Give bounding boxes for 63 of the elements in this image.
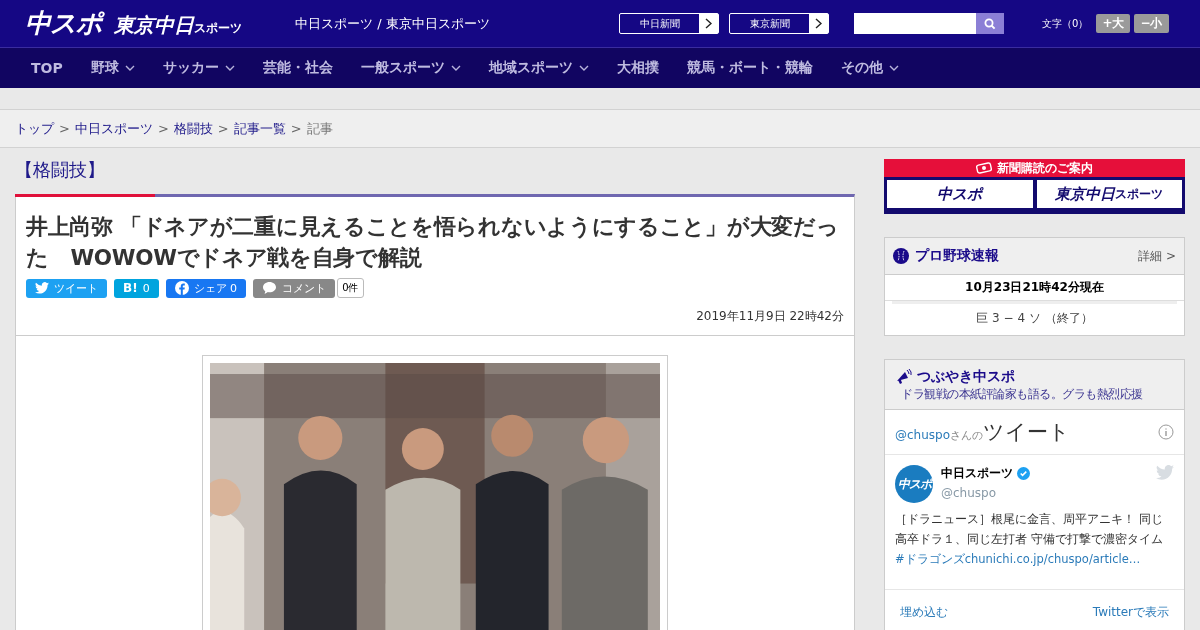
newspaper-logo[interactable]: 中スポ (887, 180, 1033, 208)
nav-item[interactable]: TOP (31, 60, 63, 76)
search-button[interactable] (976, 13, 1004, 34)
widget-subtitle: ドラ観戦の本紙評論家も語る。グラも熱烈応援 (901, 386, 1144, 403)
avatar-logo[interactable]: 中スポ (895, 465, 933, 503)
site-logo[interactable]: 東京中日スポーツ (114, 12, 242, 39)
account-link[interactable]: @chuspo (895, 428, 951, 442)
chevron-icon (705, 18, 712, 29)
nav-item[interactable]: 芸能・社会 (262, 59, 333, 77)
newspaper-link[interactable]: 東京新聞 (729, 13, 829, 34)
breadcrumb-separator: > (290, 121, 302, 136)
detail-link[interactable]: 詳細 > (1138, 247, 1176, 265)
search-icon (984, 17, 996, 30)
update-time: 10月23日21時42分現在 (885, 275, 1184, 301)
breadcrumb-link[interactable]: 記事一覧 (233, 119, 286, 138)
banner-title: 新聞購読のご案内 (997, 159, 1093, 177)
search-box[interactable] (854, 13, 1004, 34)
ticket-icon (976, 162, 992, 174)
site-tagline: 中日スポーツ / 東京中日スポーツ (295, 14, 491, 33)
comment-share-button[interactable]: コメント (253, 278, 336, 298)
tweet-link[interactable]: #ドラゴンズ (895, 552, 965, 566)
tweet-text: ［ドラニュース］根尾に金言、周平アニキ！ 同じ高卒ドラ１、同じ左打者 守備で打撃で濃密タイム #ドラゴンズchunichi.co.jp/chuspo/article… (895, 511, 1164, 568)
hatena-icon: B! (123, 281, 138, 295)
bird-icon (1156, 465, 1174, 480)
breadcrumb-link[interactable]: 記事 (306, 119, 333, 138)
widget-title: つぶやき中スポ (917, 368, 1015, 386)
account-suffix: さんの (950, 429, 984, 443)
breadcrumb-link[interactable]: 格闘技 (173, 119, 213, 138)
baseball-icon (893, 248, 909, 264)
speech-bubble-icon (262, 281, 278, 295)
chevron-icon (815, 18, 822, 29)
article-date: 2019年11月9日 22時42分 (695, 308, 844, 325)
facebook-icon (174, 281, 189, 295)
view-on-twitter-link[interactable]: Twitterで表示 (1092, 604, 1169, 621)
megaphone-icon (895, 368, 913, 386)
font-size-label: 文字（0） (1042, 16, 1089, 31)
category-heading: 【格闘技】 (15, 158, 106, 182)
account-name[interactable]: 中日スポーツ (941, 465, 1013, 482)
nav-item[interactable]: 一般スポーツ (360, 59, 461, 77)
info-icon[interactable] (1158, 424, 1174, 440)
timeline-heading: ツイート (983, 419, 1072, 446)
facebook-share-button[interactable]: シェア 0 (165, 278, 247, 298)
breadcrumb-link[interactable]: 中日スポーツ (74, 119, 153, 138)
game-score[interactable]: 巨 3 − 4 ソ （終了） (892, 301, 1177, 335)
breadcrumb-separator: > (217, 121, 229, 136)
bird-icon (35, 282, 49, 294)
article-title: 井上尚弥 「ドネアが二重に見えることを悟られないようにすること」が大変だった WOWOWでドネア戦を自身で解説 (26, 213, 840, 272)
breadcrumb-separator: > (157, 121, 169, 136)
breadcrumb-link[interactable]: トップ (15, 119, 54, 138)
newspaper-logo[interactable]: 東京中日スポーツ (1036, 180, 1182, 208)
nav-item[interactable]: 大相撲 (616, 59, 659, 77)
nav-item[interactable]: その他 (840, 59, 899, 77)
embed-link[interactable]: 埋め込む (900, 604, 948, 621)
nav-item[interactable]: サッカー (162, 59, 235, 77)
nav-item[interactable]: 地域スポーツ (488, 59, 589, 77)
nav-item[interactable]: 競馬・ボート・競輪 (686, 59, 813, 77)
subscription-banner[interactable]: 新聞購読のご案内 中スポ 東京中日スポーツ (884, 159, 1185, 214)
newspaper-link[interactable]: 中日新聞 (619, 13, 719, 34)
widget-title: プロ野球速報 (915, 247, 1000, 265)
nav-item[interactable]: 野球 (90, 59, 135, 77)
comment-count: 0件 (337, 278, 364, 298)
tweet-link[interactable]: chunichi.co.jp/chuspo/article… (964, 552, 1141, 566)
breadcrumb-separator: > (59, 121, 70, 136)
